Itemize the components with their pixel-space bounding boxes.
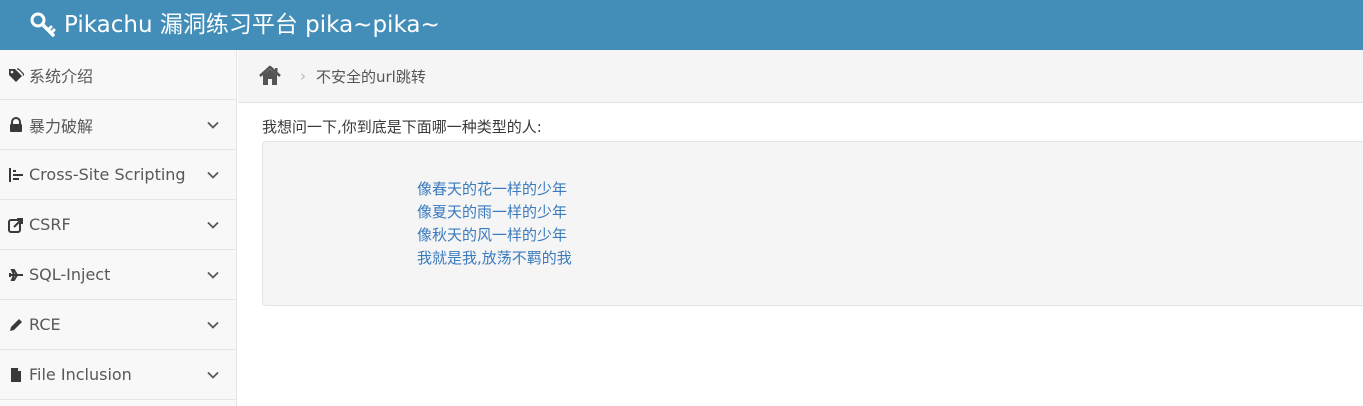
sidebar-item-rce[interactable]: RCE <box>0 300 236 350</box>
lock-icon <box>8 116 24 133</box>
pencil-icon <box>8 317 24 333</box>
breadcrumb: › 不安全的url跳转 <box>238 50 1363 103</box>
chevron-down-icon[interactable] <box>206 168 220 182</box>
sidebar-item-label: Cross-Site Scripting <box>29 165 186 184</box>
chevron-down-icon[interactable] <box>206 268 220 282</box>
chevron-down-icon[interactable] <box>206 118 220 132</box>
sidebar-item-label: 暴力破解 <box>29 116 94 136</box>
answer-link-autumn[interactable]: 像秋天的风一样的少年 <box>417 224 1363 247</box>
breadcrumb-separator: › <box>300 67 306 85</box>
home-icon[interactable] <box>258 65 282 87</box>
chevron-down-icon[interactable] <box>206 218 220 232</box>
sidebar-item-xss[interactable]: Cross-Site Scripting <box>0 150 236 200</box>
share-icon <box>8 217 24 233</box>
sidebar: 系统介绍 暴力破解 Cross-Site Scripting CSRF SQL-… <box>0 50 237 406</box>
sidebar-item-intro[interactable]: 系统介绍 <box>0 50 236 100</box>
file-icon <box>8 367 24 383</box>
chevron-down-icon[interactable] <box>206 318 220 332</box>
site-title: Pikachu 漏洞练习平台 pika~pika~ <box>64 11 440 38</box>
sidebar-item-label: 系统介绍 <box>29 66 94 86</box>
plane-icon <box>8 267 24 283</box>
chevron-down-icon[interactable] <box>206 368 220 382</box>
main-content: 我想问一下,你到底是下面哪一种类型的人: 像春天的花一样的少年 像夏天的雨一样的… <box>262 116 1363 306</box>
top-navbar: Pikachu 漏洞练习平台 pika~pika~ <box>0 0 1363 50</box>
question-text: 我想问一下,你到底是下面哪一种类型的人: <box>262 118 542 136</box>
answer-link-myself[interactable]: 我就是我,放荡不羁的我 <box>417 247 1363 270</box>
answer-link-summer[interactable]: 像夏天的雨一样的少年 <box>417 201 1363 224</box>
answer-well: 像春天的花一样的少年 像夏天的雨一样的少年 像秋天的风一样的少年 我就是我,放荡… <box>262 141 1363 306</box>
tags-icon <box>8 67 24 83</box>
key-icon <box>30 12 56 38</box>
sidebar-item-label: CSRF <box>29 215 71 234</box>
sidebar-item-sql-inject[interactable]: SQL-Inject <box>0 250 236 300</box>
brand-link[interactable]: Pikachu 漏洞练习平台 pika~pika~ <box>30 12 440 38</box>
indent-icon <box>8 167 24 183</box>
sidebar-item-label: RCE <box>29 315 61 334</box>
sidebar-item-label: File Inclusion <box>29 365 132 384</box>
sidebar-item-file-inclusion[interactable]: File Inclusion <box>0 350 236 400</box>
sidebar-item-label: SQL-Inject <box>29 265 111 284</box>
sidebar-item-csrf[interactable]: CSRF <box>0 200 236 250</box>
sidebar-item-brute-force[interactable]: 暴力破解 <box>0 100 236 150</box>
answer-link-spring[interactable]: 像春天的花一样的少年 <box>417 178 1363 201</box>
breadcrumb-current: 不安全的url跳转 <box>316 67 426 86</box>
